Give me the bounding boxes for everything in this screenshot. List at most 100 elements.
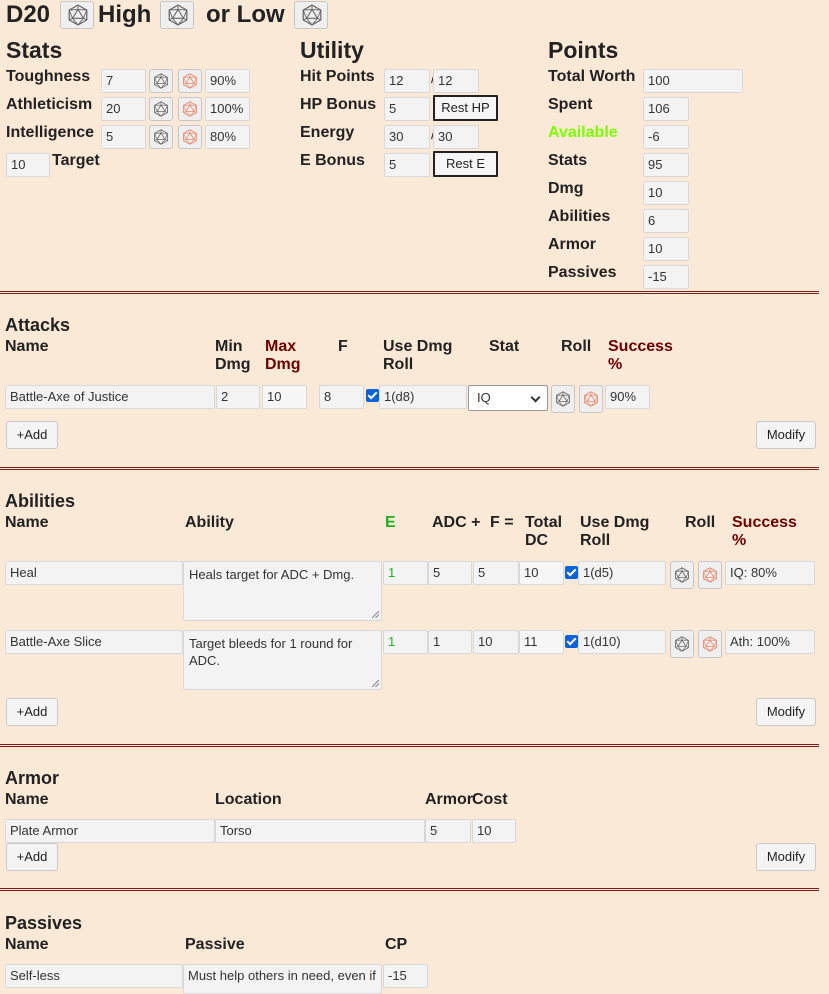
abilities-col-ability: Ability: [185, 514, 234, 531]
roll-low-button[interactable]: [698, 630, 722, 658]
energy-max-input[interactable]: 30: [433, 125, 479, 149]
attacks-col-f: F: [338, 338, 348, 355]
modify-abilities-button[interactable]: Modify: [756, 698, 816, 726]
hp-bonus-input[interactable]: 5: [384, 97, 430, 121]
stat-toughness-input[interactable]: 7: [101, 69, 146, 93]
add-ability-button[interactable]: +Add: [6, 698, 58, 726]
d20-icon: [702, 567, 718, 583]
ability-description-textarea[interactable]: Heals target for ADC + Dmg.: [183, 561, 382, 621]
armor-heading: Armor: [5, 768, 60, 788]
hp-max-input[interactable]: 12: [433, 69, 479, 93]
stat-athleticism-input[interactable]: 20: [101, 97, 146, 121]
resize-handle-icon[interactable]: [372, 680, 379, 687]
ability-dmg-roll-value: 1(d10): [578, 630, 666, 654]
attacks-heading: Attacks: [5, 315, 71, 335]
attack-max-dmg-input[interactable]: 10: [262, 385, 307, 409]
ability-success-value: IQ: 80%: [725, 561, 815, 585]
d20-icon: [67, 4, 89, 26]
abilities-heading: Abilities: [5, 491, 76, 511]
ability-name-input[interactable]: Heal: [5, 561, 183, 585]
attack-success-value: 90%: [605, 385, 650, 409]
armor-location-input[interactable]: Torso: [215, 819, 425, 843]
ability-e-input[interactable]: 1: [383, 630, 428, 654]
d20-high-button[interactable]: [160, 1, 194, 29]
points-heading: Points: [548, 37, 619, 63]
abilities-col-adc: ADC +: [432, 514, 481, 531]
modify-attacks-button[interactable]: Modify: [756, 421, 816, 449]
abilities-col-use-dmg-roll: Use Dmg Roll: [580, 514, 650, 549]
section-divider: [0, 291, 819, 294]
hp-bonus-label: HP Bonus: [300, 96, 377, 113]
ability-f-input[interactable]: 10: [473, 630, 519, 654]
passive-cp-input[interactable]: -15: [383, 964, 428, 988]
roll-high-button[interactable]: [149, 97, 173, 121]
ability-adc-input[interactable]: 1: [428, 630, 472, 654]
roll-high-button[interactable]: [149, 125, 173, 149]
passive-description-textarea[interactable]: Must help others in need, even if: [183, 964, 382, 994]
roll-low-button[interactable]: [178, 97, 202, 121]
stat-intelligence-input[interactable]: 5: [101, 125, 146, 149]
attack-stat-select[interactable]: IQ: [468, 385, 548, 411]
stat-toughness-percent: 90%: [205, 69, 250, 93]
resize-handle-icon[interactable]: [372, 611, 379, 618]
ability-f-input[interactable]: 5: [473, 561, 519, 585]
add-attack-button[interactable]: +Add: [6, 421, 58, 449]
roll-low-button[interactable]: [579, 385, 603, 413]
d20-low-button[interactable]: [294, 1, 328, 29]
armor-col-cost: Cost: [472, 791, 508, 808]
section-divider: [0, 744, 819, 747]
ability-use-dmg-roll-checkbox[interactable]: [565, 566, 578, 579]
e-bonus-label: E Bonus: [300, 152, 365, 169]
stat-label-toughness: Toughness: [6, 68, 91, 85]
rest-hp-button[interactable]: Rest HP: [433, 95, 498, 121]
roll-low-button[interactable]: [698, 561, 722, 589]
energy-current-input[interactable]: 30: [384, 125, 430, 149]
attack-dmg-roll-value: 1(d8): [379, 385, 467, 409]
abilities-col-total-dc: Total DC: [525, 514, 563, 549]
passive-name-input[interactable]: Self-less: [5, 964, 183, 988]
armor-name-input[interactable]: Plate Armor: [5, 819, 215, 843]
points-label-abilities: Abilities: [548, 208, 611, 225]
d20-icon: [153, 73, 169, 89]
attack-f-input[interactable]: 8: [319, 385, 364, 409]
hp-current-input[interactable]: 12: [384, 69, 430, 93]
roll-high-button[interactable]: [551, 385, 575, 413]
roll-high-button[interactable]: [670, 561, 694, 589]
roll-low-button[interactable]: [178, 69, 202, 93]
armor-value-input[interactable]: 5: [425, 819, 471, 843]
roll-low-button[interactable]: [178, 125, 202, 149]
abilities-points-value: 6: [643, 209, 689, 233]
roll-high-button[interactable]: [149, 69, 173, 93]
rest-e-button[interactable]: Rest E: [433, 151, 498, 177]
ability-description-textarea[interactable]: Target bleeds for 1 round for ADC.: [183, 630, 382, 690]
section-divider: [0, 888, 819, 891]
abilities-col-name: Name: [5, 514, 49, 531]
modify-armor-button[interactable]: Modify: [756, 843, 816, 871]
ability-use-dmg-roll-checkbox[interactable]: [565, 635, 578, 648]
d20-icon: [555, 391, 571, 407]
total-worth-input[interactable]: 100: [643, 69, 743, 93]
attacks-col-min-dmg: Min Dmg: [215, 338, 251, 373]
attack-use-dmg-roll-checkbox[interactable]: [366, 389, 379, 402]
spent-value: 106: [643, 97, 689, 121]
attacks-col-max-dmg: Max Dmg: [265, 338, 301, 373]
attack-name-input[interactable]: Battle-Axe of Justice: [5, 385, 215, 409]
ability-name-input[interactable]: Battle-Axe Slice: [5, 630, 183, 654]
points-label-dmg: Dmg: [548, 180, 584, 197]
passives-points-value: -15: [643, 265, 689, 289]
attack-min-dmg-input[interactable]: 2: [216, 385, 260, 409]
passives-col-passive: Passive: [185, 936, 245, 953]
e-bonus-input[interactable]: 5: [384, 153, 430, 177]
target-input[interactable]: 10: [6, 153, 50, 177]
ability-total-dc-value: 10: [519, 561, 564, 585]
roll-high-button[interactable]: [670, 630, 694, 658]
section-divider: [0, 467, 819, 470]
add-armor-button[interactable]: +Add: [6, 843, 58, 871]
abilities-col-f: F =: [490, 514, 514, 531]
d20-roll-button[interactable]: [60, 1, 94, 29]
high-label: High: [98, 1, 152, 28]
ability-adc-input[interactable]: 5: [428, 561, 472, 585]
attacks-col-stat: Stat: [489, 338, 520, 355]
ability-e-input[interactable]: 1: [383, 561, 428, 585]
ability-success-value: Ath: 100%: [725, 630, 815, 654]
